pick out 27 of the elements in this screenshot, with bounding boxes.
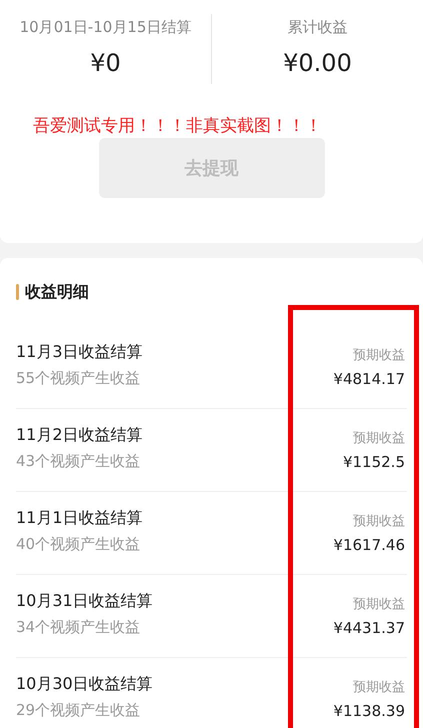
amount-value: ¥4814.17	[333, 370, 405, 388]
row-subtitle: 40个视频产生收益	[16, 535, 142, 554]
stat-label: 累计收益	[288, 18, 348, 37]
row-title: 10月30日收益结算	[16, 674, 153, 695]
row-title: 10月31日收益结算	[16, 591, 153, 612]
amount-label: 预期收益	[353, 430, 405, 447]
row-subtitle: 34个视频产生收益	[16, 618, 142, 637]
stat-value: ¥0.00	[283, 49, 352, 77]
amount-label: 预期收益	[353, 347, 405, 364]
amount-value: ¥1138.39	[333, 702, 405, 720]
amount-label: 预期收益	[353, 513, 405, 530]
row-title: 11月2日收益结算	[16, 425, 143, 446]
stat-label: 10月01日-10月15日结算	[20, 18, 192, 37]
row-subtitle: 43个视频产生收益	[16, 452, 142, 471]
amount-value: ¥4431.37	[333, 619, 405, 637]
row-title: 11月3日收益结算	[16, 342, 143, 363]
overlay-note: 吾爱测试专用！！！非真实截图！！！	[33, 116, 322, 136]
amount-value: ¥1617.46	[333, 536, 405, 554]
accent-bar	[16, 284, 19, 300]
row-subtitle: 55个视频产生收益	[16, 369, 142, 388]
amount-label: 预期收益	[353, 679, 405, 696]
row-title: 11月1日收益结算	[16, 508, 143, 529]
amount-label: 预期收益	[353, 596, 405, 613]
section-title: 收益明细	[25, 282, 89, 302]
stat-value: ¥0	[90, 49, 121, 77]
row-subtitle: 29个视频产生收益	[16, 701, 142, 720]
amount-value: ¥1152.5	[342, 453, 405, 471]
